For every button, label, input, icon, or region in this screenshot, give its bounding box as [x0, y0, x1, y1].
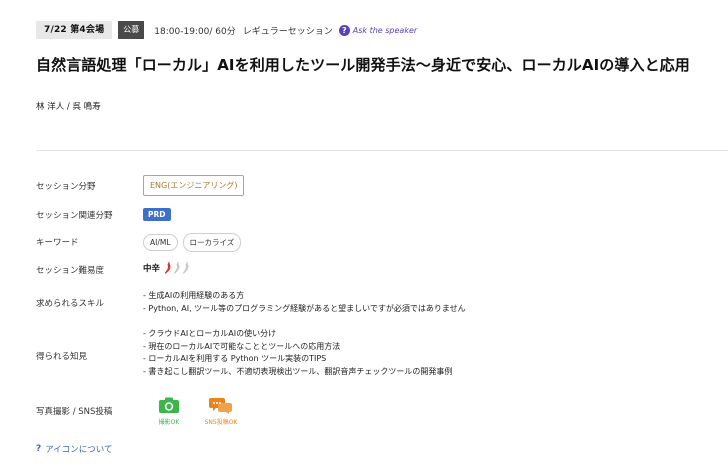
camera-icon — [159, 397, 179, 413]
required-skills-label: 求められるスキル — [36, 299, 105, 309]
public-tag: 公募 — [118, 21, 145, 39]
session-type: レギュラーセッション — [242, 26, 333, 37]
photo-ok: 撮影OK — [146, 397, 192, 426]
photo-sns-icons: 撮影OK SNS投稿OK — [146, 397, 250, 426]
takeaways-label: 得られる知見 — [36, 352, 88, 362]
divider — [36, 150, 728, 151]
question-icon: ? — [338, 24, 350, 36]
ask-the-speaker-link[interactable]: ? Ask the speaker — [338, 24, 418, 36]
keywords-label: キーワード — [36, 238, 79, 248]
list-item: - 現在のローカルAIで可能なこととツールへの応用方法 — [143, 341, 341, 351]
about-icons-label: アイコンについて — [45, 445, 113, 455]
keyword-chip[interactable]: AI/ML — [143, 234, 178, 251]
list-item: - 書き起こし翻訳ツール、不適切表現検出ツール、翻訳音声チェックツールの開発事例 — [143, 366, 453, 376]
chat-bubbles-icon — [209, 398, 232, 414]
takeaways-list: - クラウドAIとローカルAIの使い分け - 現在のローカルAIで可能なこととツ… — [143, 328, 452, 378]
pepper-icon — [164, 261, 171, 274]
pepper-icon — [182, 261, 189, 274]
photo-sns-label: 写真撮影 / SNS投稿 — [36, 407, 113, 417]
related-category-label: セッション関連分野 — [36, 211, 113, 221]
related-category-value: PRD — [143, 208, 171, 221]
sns-ok: SNS投稿OK — [198, 397, 244, 426]
sns-ok-caption: SNS投稿OK — [204, 419, 238, 426]
difficulty-value: 中辛 — [143, 261, 191, 274]
session-category-label: セッション分野 — [36, 182, 96, 192]
list-item: - Python, AI, ツール等のプログラミング経験があると望ましいですが必… — [143, 303, 466, 313]
session-title: 自然言語処理「ローカル」AIを利用したツール開発手法〜身近で安心、ローカルAIの… — [36, 56, 690, 74]
required-skills-list: - 生成AIの利用経験のある方 - Python, AI, ツール等のプログラミ… — [143, 290, 466, 315]
difficulty-text: 中辛 — [143, 263, 161, 274]
eng-category-chip: ENG(エンジニアリング) — [143, 175, 245, 196]
about-icons-link[interactable]: ? アイコンについて — [36, 443, 113, 455]
date-hall-tag: 7/22 第4会場 — [36, 21, 113, 39]
question-icon: ? — [36, 444, 42, 454]
keyword-chip[interactable]: ローカライズ — [182, 233, 242, 252]
list-item: - 生成AIの利用経験のある方 — [143, 291, 245, 300]
difficulty-label: セッション難易度 — [36, 266, 105, 276]
photo-ok-caption: 撮影OK — [158, 419, 180, 426]
pepper-icon — [173, 261, 180, 274]
list-item: - クラウドAIとローカルAIの使い分け — [143, 329, 277, 338]
prd-chip: PRD — [143, 208, 171, 221]
ask-the-speaker-label: Ask the speaker — [352, 25, 418, 35]
session-time: 18:00-19:00/ 60分 — [154, 26, 236, 37]
session-meta-row: 7/22 第4会場 公募 18:00-19:00/ 60分 レギュラーセッション… — [36, 21, 417, 39]
session-category-value: ENG(エンジニアリング) — [143, 175, 245, 196]
list-item: - ローカルAIを利用する Python ツール実装のTIPS — [143, 354, 327, 363]
speaker-names: 林 洋人 / 呉 鳴寿 — [36, 102, 101, 112]
keywords-value: AI/ML ローカライズ — [143, 233, 246, 252]
